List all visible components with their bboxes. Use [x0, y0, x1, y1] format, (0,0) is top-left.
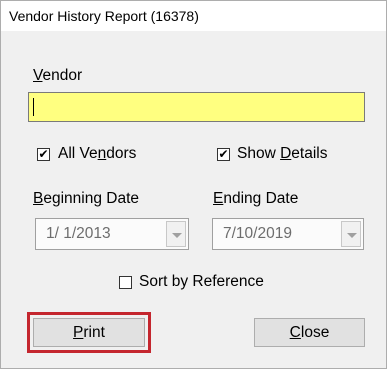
show-details-label[interactable]: Show Details [237, 145, 327, 163]
ending-date-label: Ending Date [213, 190, 298, 208]
beginning-date-mnemonic: B [33, 190, 44, 207]
all-vendors-part1: All Ve [58, 145, 98, 162]
sort-by-reference-label[interactable]: Sort by Reference [139, 273, 264, 291]
close-rest: lose [300, 324, 330, 341]
chevron-down-icon [347, 233, 357, 238]
all-vendors-mnemonic: n [97, 145, 107, 162]
show-details-mnemonic: D [280, 145, 292, 162]
ending-date-value: 7/10/2019 [223, 225, 292, 242]
check-mark-icon: ✔ [38, 147, 49, 161]
vendor-input[interactable] [28, 92, 365, 122]
ending-date-picker[interactable]: 7/10/2019 [212, 218, 364, 250]
beginning-date-picker[interactable]: 1/ 1/2013 [35, 218, 189, 250]
close-mnemonic: C [289, 324, 301, 341]
all-vendors-label[interactable]: All Vendors [58, 145, 136, 163]
print-button-highlight [27, 312, 151, 353]
ending-date-mnemonic: E [213, 190, 224, 207]
beginning-date-rest: eginning Date [43, 190, 140, 207]
close-button[interactable]: Close [254, 318, 365, 347]
vendor-label: Vendor [33, 67, 82, 85]
ending-date-dropdown-button[interactable] [341, 221, 361, 247]
beginning-date-value: 1/ 1/2013 [46, 225, 111, 242]
ending-date-rest: nding Date [223, 190, 299, 207]
sort-by-reference-checkbox[interactable] [119, 276, 132, 289]
check-mark-icon: ✔ [218, 147, 229, 161]
all-vendors-part2: dors [106, 145, 137, 162]
beginning-date-dropdown-button[interactable] [166, 221, 186, 247]
text-caret [33, 98, 34, 116]
vendor-label-rest: endor [42, 67, 83, 84]
chevron-down-icon [172, 233, 182, 238]
beginning-date-label: Beginning Date [33, 190, 139, 208]
all-vendors-checkbox[interactable]: ✔ [37, 148, 50, 161]
show-details-part2: etails [291, 145, 328, 162]
show-details-part1: Show [237, 145, 281, 162]
title-bar: Vendor History Report (16378) [1, 1, 386, 31]
show-details-checkbox[interactable]: ✔ [217, 148, 230, 161]
